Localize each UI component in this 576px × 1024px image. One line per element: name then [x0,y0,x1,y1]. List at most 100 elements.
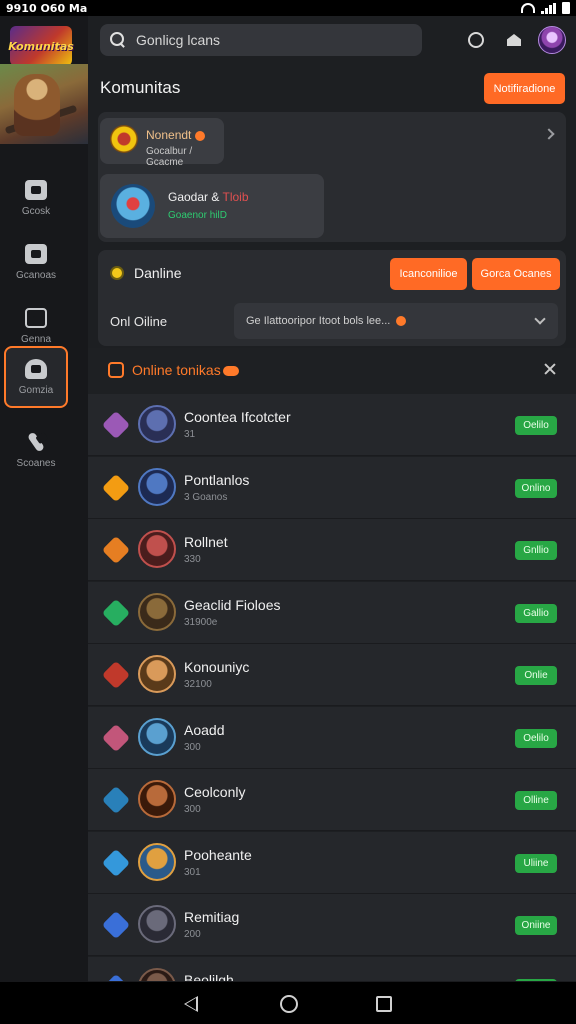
rank-icon [101,910,131,940]
avatar [138,530,176,568]
rank-icon [101,785,131,815]
status-badge[interactable]: Oelilo [515,729,557,748]
player-sub: 31900e [184,617,218,628]
status-badge[interactable]: Oelilo [515,416,557,435]
sidebar-item-label: Gomzia [18,384,54,396]
clock-icon[interactable] [466,30,486,50]
logo-text: Komunitas [8,39,74,53]
player-name: Geaclid Fioloes [184,597,281,613]
search-input[interactable] [136,32,396,48]
player-name: Pooheante [184,847,252,863]
hero-banner [0,64,88,144]
avatar [138,780,176,818]
back-icon[interactable] [184,996,198,1012]
only-online-label: Onl Oiline [110,314,168,329]
status-badge[interactable]: Uliine [515,854,557,873]
community-avatar [111,184,155,228]
rank-icon [101,410,131,440]
community-name: Nonendt [146,128,206,142]
rank-icon [101,973,131,981]
avatar [138,468,176,506]
navigation-bar [0,982,576,1024]
player-sub: 300 [184,742,201,753]
rank-icon [101,598,131,628]
community-card[interactable]: Gaodar & Tloib Goaenor hilD [100,174,324,238]
sidebar-item-tools[interactable]: Scoanes [4,420,68,480]
list-item[interactable]: Ceolconly 300 Olline [88,769,576,831]
community-sub: Gocalbur / Gcacme [146,146,193,168]
avatar [138,655,176,693]
status-badge[interactable]: Olline [515,791,557,810]
sidebar-item-label: Gcosk [21,205,51,217]
filter-button-1[interactable]: Icanconilioe [390,258,467,290]
player-name: Ceolconly [184,784,246,800]
community-sub: Goaenor hilD [168,210,227,221]
chat-icon [25,307,47,328]
sidebar-item-label: Gcanoas [15,269,57,281]
player-name: Remitiag [184,909,240,925]
status-badge[interactable]: Oniine [515,916,557,935]
rank-icon [101,660,131,690]
status-badge[interactable]: Gnllio [515,541,557,560]
list-item[interactable]: Coontea Ifcotcter 31 Oelilo [88,394,576,456]
sidebar-item-controller[interactable]: Gcanoas [4,232,68,292]
sidebar-item-games[interactable]: Gcosk [4,168,68,228]
avatar [138,593,176,631]
user-avatar[interactable] [538,26,566,54]
community-avatar [110,125,138,153]
avatar [138,718,176,756]
online-label: Danline [134,265,182,281]
close-icon[interactable] [543,362,557,376]
player-name: Aoadd [184,722,225,738]
community-icon [25,358,47,379]
home-icon[interactable] [504,30,524,50]
list-icon [108,362,124,378]
sidebar-item-label: Scoanes [16,457,56,469]
avatar [138,843,176,881]
player-name: Beolilgh [184,972,234,982]
list-item[interactable]: Pontlanlos 3 Goanos Onlino [88,457,576,519]
list-item[interactable]: Geaclid Fioloes 31900e Gallio [88,582,576,644]
player-sub: 300 [184,804,201,815]
search-icon [110,32,126,48]
avatar [138,405,176,443]
player-sub: 3 Goanos [184,492,228,503]
list-item[interactable]: Rollnet 330 Gnllio [88,519,576,581]
player-name: Rollnet [184,534,228,550]
status-badge[interactable]: Onlino [515,479,557,498]
list-item[interactable]: Pooheante 301 Uliine [88,832,576,894]
sidebar-item-label: Genna [20,333,52,345]
status-bar: 9910 O60 Ma [0,0,576,16]
player-sub: 330 [184,554,201,565]
list-item[interactable]: Konouniyc 32100 Onlie [88,644,576,706]
game-icon [25,179,47,200]
rank-icon [101,535,131,565]
status-time: 9910 O60 Ma [6,1,88,15]
status-icons [521,2,570,14]
notification-button[interactable]: Notifiradione [484,73,565,104]
avatar [138,968,176,981]
filter-select[interactable]: Ge Ilattooripor Itoot bols lee... [234,303,558,339]
community-card[interactable]: Nonendt Gocalbur / Gcacme [100,118,224,168]
community-name: Gaodar & Tloib [168,190,249,204]
player-sub: 301 [184,867,201,878]
avatar [138,905,176,943]
tools-icon [26,431,46,452]
list-item[interactable]: Aoadd 300 Oelilo [88,707,576,769]
rank-icon [101,723,131,753]
status-badge[interactable]: Onlie [515,666,557,685]
online-status-icon [110,266,124,280]
status-badge[interactable]: Gallio [515,604,557,623]
wifi-icon [521,3,535,13]
rank-icon [101,473,131,503]
app-logo[interactable]: Komunitas [8,26,74,66]
home-button-icon[interactable] [280,995,298,1013]
recent-apps-icon[interactable] [376,996,392,1012]
search-bar[interactable] [100,24,422,56]
list-item[interactable]: BeolilghOnline [88,957,576,982]
player-sub: 31 [184,429,196,440]
sidebar: Komunitas Gcosk Gcanoas Genna Gomzia Sco… [0,16,88,982]
filter-button-2[interactable]: Gorca Ocanes [472,258,560,290]
sidebar-item-community[interactable]: Gomzia [4,346,68,408]
list-item[interactable]: Remitiag 200 Oniine [88,894,576,956]
